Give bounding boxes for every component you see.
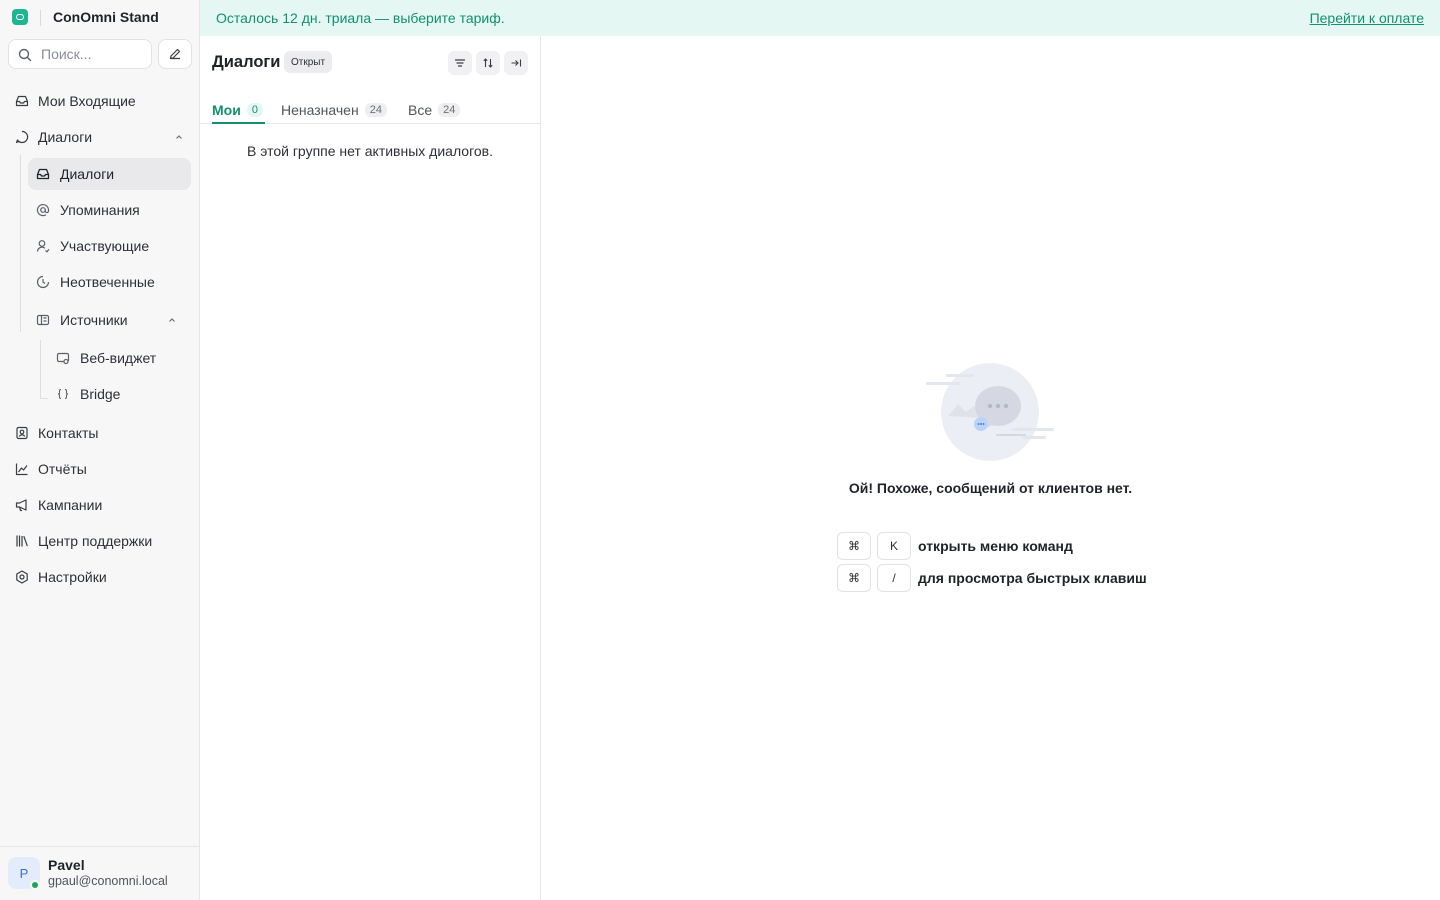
empty-state-message: Ой! Похоже, сообщений от клиентов нет. [848,480,1133,496]
status-filter-badge[interactable]: Открыт [284,51,333,73]
brand-header[interactable]: ConOmni Stand [0,0,200,36]
nav-source-bridge-label: Bridge [80,386,121,402]
brand-name: ConOmni Stand [53,9,159,25]
shortcut-command-menu-label: открыть меню команд [918,538,1073,554]
tab-all-count: 24 [438,103,461,117]
tree-guide-corner [40,398,48,399]
megaphone-icon [15,499,27,512]
nav-sub-mentions[interactable]: Упоминания [28,194,191,226]
compose-button[interactable] [158,39,192,69]
nav-sub-participating[interactable]: Участвующие [28,230,191,262]
conversation-view: Ой! Похоже, сообщений от клиентов нет. ⌘… [541,36,1440,900]
conversation-list-panel: Диалоги Открыт Мои 0 Неназначен 24 Все 2… [200,36,541,900]
empty-chat-illustration [926,363,1054,461]
nav-reports[interactable]: Отчёты [8,453,192,485]
nav-conversations[interactable]: Диалоги [8,121,192,153]
nav-source-web-widget-label: Веб-виджет [80,350,157,366]
nav-help-center-label: Центр поддержки [38,533,153,549]
arrow-right-to-line-icon [511,59,522,67]
tab-unassigned-label: Неназначен [281,102,359,118]
nav-my-inbox-label: Мои Входящие [38,93,136,109]
nav-contacts[interactable]: Контакты [8,417,192,449]
web-widget-icon [56,352,70,365]
filter-button[interactable] [448,51,472,75]
search-icon [18,48,32,62]
nav-sub-unattended[interactable]: Неотвеченные [28,266,191,298]
nav-conversations-label: Диалоги [38,129,93,145]
nav-contacts-label: Контакты [38,425,99,441]
nav-sub-sources-label: Источники [60,312,128,328]
user-profile[interactable]: P Pavel gpaul@conomni.local [0,846,199,900]
search-input[interactable]: Поиск... [8,39,152,69]
library-icon [16,535,28,547]
chevron-up-icon[interactable] [167,315,177,325]
nav-source-web-widget[interactable]: Веб-виджет [48,342,191,374]
clock-icon [36,275,50,289]
empty-list-message: В этой группе нет активных диалогов. [247,143,493,159]
tab-unassigned-count: 24 [364,103,387,117]
user-name: Pavel [48,857,85,873]
tree-guide-line [20,154,21,332]
at-sign-icon [36,204,50,217]
trial-banner-text: Осталось 12 дн. триала — выберите тариф. [216,10,505,26]
trial-banner: Осталось 12 дн. триала — выберите тариф.… [200,0,1440,36]
go-to-payment-link[interactable]: Перейти к оплате [1310,10,1424,26]
nav-sub-sources[interactable]: Источники [28,304,191,336]
pencil-icon [169,48,181,60]
nav-campaigns[interactable]: Кампании [8,489,192,521]
tab-mine-label: Мои [212,102,241,118]
cmd-key: ⌘ [837,564,871,592]
chart-line-icon [15,463,28,476]
conversation-tabs: Мои 0 Неназначен 24 Все 24 [200,86,540,124]
braces-icon [57,388,69,400]
nav-sub-unattended-label: Неотвеченные [60,274,155,290]
gear-icon [16,570,28,584]
filter-icon [454,59,466,67]
cmd-key: ⌘ [837,532,871,560]
sources-icon [36,314,50,326]
search-placeholder: Поиск... [41,46,92,62]
user-email: gpaul@conomni.local [48,874,168,888]
brand-logo-icon [12,9,28,25]
chat-bubble-icon [15,130,29,144]
nav-settings-label: Настройки [38,569,107,585]
nav-campaigns-label: Кампании [38,497,103,513]
sort-arrows-icon [483,58,493,68]
page-title: Диалоги [212,53,281,71]
user-icon [36,240,50,253]
nav-reports-label: Отчёты [38,461,87,477]
tab-all[interactable]: Все 24 [408,96,461,124]
tab-unassigned[interactable]: Неназначен 24 [281,96,387,124]
shortcut-hotkeys-label: для просмотра быстрых клавиш [918,570,1147,586]
sidebar: ConOmni Stand Поиск... Мои Входящие Диал… [0,0,200,900]
online-status-dot [30,880,40,890]
nav-settings[interactable]: Настройки [8,561,192,593]
nav-sub-participating-label: Участвующие [60,238,150,254]
nav-sub-conversations-label: Диалоги [60,166,115,182]
nav-source-bridge[interactable]: Bridge [48,378,191,410]
tab-mine-count: 0 [246,103,263,117]
brand-divider [40,10,41,26]
chevron-up-icon[interactable] [174,132,184,142]
inbox-icon [36,168,50,180]
collapse-panel-button[interactable] [504,51,528,75]
contacts-icon [16,426,28,440]
inbox-icon [15,95,29,107]
nav-sub-conversations[interactable]: Диалоги [28,158,191,190]
tab-mine[interactable]: Мои 0 [212,96,263,124]
nav-help-center[interactable]: Центр поддержки [8,525,192,557]
nav-my-inbox[interactable]: Мои Входящие [8,85,192,117]
nav-sub-mentions-label: Упоминания [60,202,140,218]
tab-all-label: Все [408,102,433,118]
slash-key: / [877,564,911,592]
tree-guide-line [40,340,41,398]
active-tab-indicator [212,122,265,124]
sort-button[interactable] [476,51,500,75]
k-key: K [877,532,911,560]
